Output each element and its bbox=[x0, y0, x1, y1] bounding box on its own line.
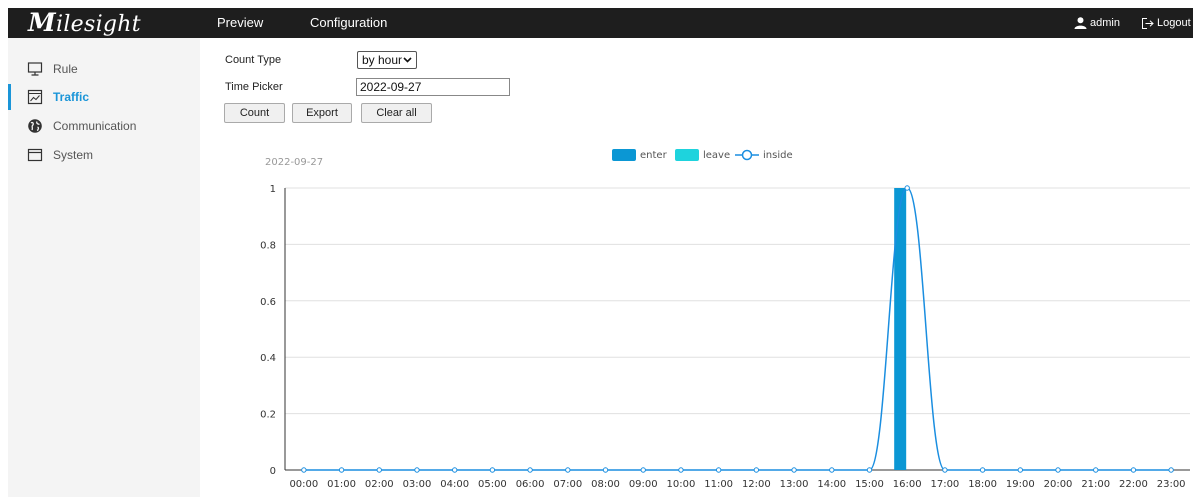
inside-point bbox=[1130, 467, 1137, 473]
inside-point bbox=[678, 467, 684, 473]
export-button[interactable]: Export bbox=[292, 103, 352, 123]
nav-preview[interactable]: Preview bbox=[217, 8, 263, 38]
y-tick-label: 0.4 bbox=[260, 353, 276, 364]
y-tick-label: 1 bbox=[270, 184, 276, 195]
inside-point bbox=[1168, 467, 1174, 473]
milesight-logo[interactable]: Milesight bbox=[28, 10, 141, 38]
legend-enter-swatch bbox=[612, 149, 636, 161]
count-type-value: by hour bbox=[362, 53, 403, 67]
window-icon bbox=[27, 148, 43, 162]
sidebar-item-label: System bbox=[53, 148, 94, 162]
username: admin bbox=[1090, 17, 1120, 29]
x-tick-label: 08:00 bbox=[591, 479, 620, 490]
x-tick-label: 23:00 bbox=[1157, 479, 1186, 490]
logout-icon bbox=[1142, 18, 1154, 29]
x-tick-label: 03:00 bbox=[403, 479, 432, 490]
x-tick-label: 14:00 bbox=[817, 479, 846, 490]
date-input[interactable]: 2022-09-27 bbox=[356, 78, 510, 96]
sidebar-item-system[interactable]: System bbox=[8, 142, 200, 168]
user-icon bbox=[1074, 17, 1087, 29]
chevron-down-icon bbox=[403, 57, 412, 63]
x-tick-label: 13:00 bbox=[780, 479, 809, 490]
legend-inside-marker bbox=[741, 149, 753, 161]
inside-line bbox=[303, 187, 1172, 471]
x-tick-label: 09:00 bbox=[629, 479, 658, 490]
inside-point bbox=[791, 467, 797, 473]
chart-date-label: 2022-09-27 bbox=[265, 157, 323, 168]
inside-point bbox=[753, 467, 760, 473]
sidebar-item-communication[interactable]: Communication bbox=[8, 113, 200, 139]
x-tick-label: 21:00 bbox=[1081, 479, 1110, 490]
x-tick-label: 16:00 bbox=[893, 479, 922, 490]
chart-legend: enter leave inside bbox=[612, 149, 793, 161]
time-picker-label: Time Picker bbox=[225, 81, 283, 93]
clear-all-button[interactable]: Clear all bbox=[361, 103, 432, 123]
x-tick-label: 18:00 bbox=[968, 479, 997, 490]
x-tick-label: 22:00 bbox=[1119, 479, 1148, 490]
legend-leave-label: leave bbox=[703, 150, 730, 161]
sidebar-item-traffic[interactable]: Traffic bbox=[8, 84, 200, 110]
sidebar-item-label: Communication bbox=[53, 119, 137, 133]
inside-point bbox=[979, 467, 986, 473]
x-tick-label: 04:00 bbox=[440, 479, 469, 490]
legend-inside-label: inside bbox=[763, 150, 793, 161]
sidebar: Rule Traffic Communication System bbox=[8, 38, 200, 497]
y-tick-label: 0 bbox=[270, 466, 276, 477]
chart-icon bbox=[27, 89, 43, 105]
sidebar-item-label: Traffic bbox=[53, 90, 90, 104]
x-tick-label: 20:00 bbox=[1044, 479, 1073, 490]
x-tick-label: 17:00 bbox=[930, 479, 959, 490]
inside-point bbox=[602, 467, 609, 473]
x-tick-label: 06:00 bbox=[516, 479, 545, 490]
globe-icon bbox=[28, 119, 42, 133]
x-tick-label: 15:00 bbox=[855, 479, 884, 490]
x-tick-label: 00:00 bbox=[289, 479, 318, 490]
x-tick-label: 11:00 bbox=[704, 479, 733, 490]
legend-leave-swatch bbox=[675, 149, 699, 161]
x-tick-label: 12:00 bbox=[742, 479, 771, 490]
inside-point bbox=[301, 467, 307, 473]
top-bar: Milesight Preview Configuration admin Lo… bbox=[8, 8, 1193, 38]
inside-point bbox=[565, 467, 571, 473]
y-tick-label: 0.2 bbox=[260, 410, 276, 421]
x-tick-label: 05:00 bbox=[478, 479, 507, 490]
inside-point bbox=[640, 467, 646, 473]
inside-point bbox=[866, 467, 873, 473]
inside-point bbox=[715, 467, 722, 473]
x-tick-label: 19:00 bbox=[1006, 479, 1035, 490]
x-tick-label: 10:00 bbox=[667, 479, 696, 490]
inside-point bbox=[376, 467, 382, 473]
nav-configuration[interactable]: Configuration bbox=[310, 8, 387, 38]
x-tick-label: 02:00 bbox=[365, 479, 394, 490]
inside-point bbox=[942, 467, 948, 473]
monitor-icon bbox=[27, 62, 43, 76]
inside-point bbox=[1093, 467, 1099, 473]
inside-point bbox=[829, 467, 835, 473]
y-tick-label: 0.8 bbox=[260, 240, 276, 251]
inside-point bbox=[1055, 467, 1061, 473]
inside-point bbox=[1017, 467, 1024, 473]
sidebar-item-label: Rule bbox=[53, 62, 78, 76]
traffic-chart: 2022-09-27 enter leave inside 0 0.2 0.4 0.6 0.8 1… bbox=[260, 149, 1190, 490]
inside-point bbox=[451, 467, 458, 473]
inside-point bbox=[904, 185, 910, 191]
count-type-label: Count Type bbox=[225, 54, 282, 66]
legend-enter-label: enter bbox=[640, 150, 668, 161]
x-tick-label: 01:00 bbox=[327, 479, 356, 490]
y-tick-label: 0.6 bbox=[260, 297, 276, 308]
x-tick-label: 07:00 bbox=[553, 479, 582, 490]
logout-label: Logout bbox=[1157, 17, 1191, 29]
sidebar-item-rule[interactable]: Rule bbox=[8, 56, 200, 82]
inside-point bbox=[527, 467, 533, 473]
inside-point bbox=[414, 467, 420, 473]
inside-point bbox=[489, 467, 496, 473]
inside-point bbox=[338, 467, 345, 473]
count-button[interactable]: Count bbox=[224, 103, 285, 123]
count-type-select[interactable]: by hour bbox=[357, 51, 417, 69]
